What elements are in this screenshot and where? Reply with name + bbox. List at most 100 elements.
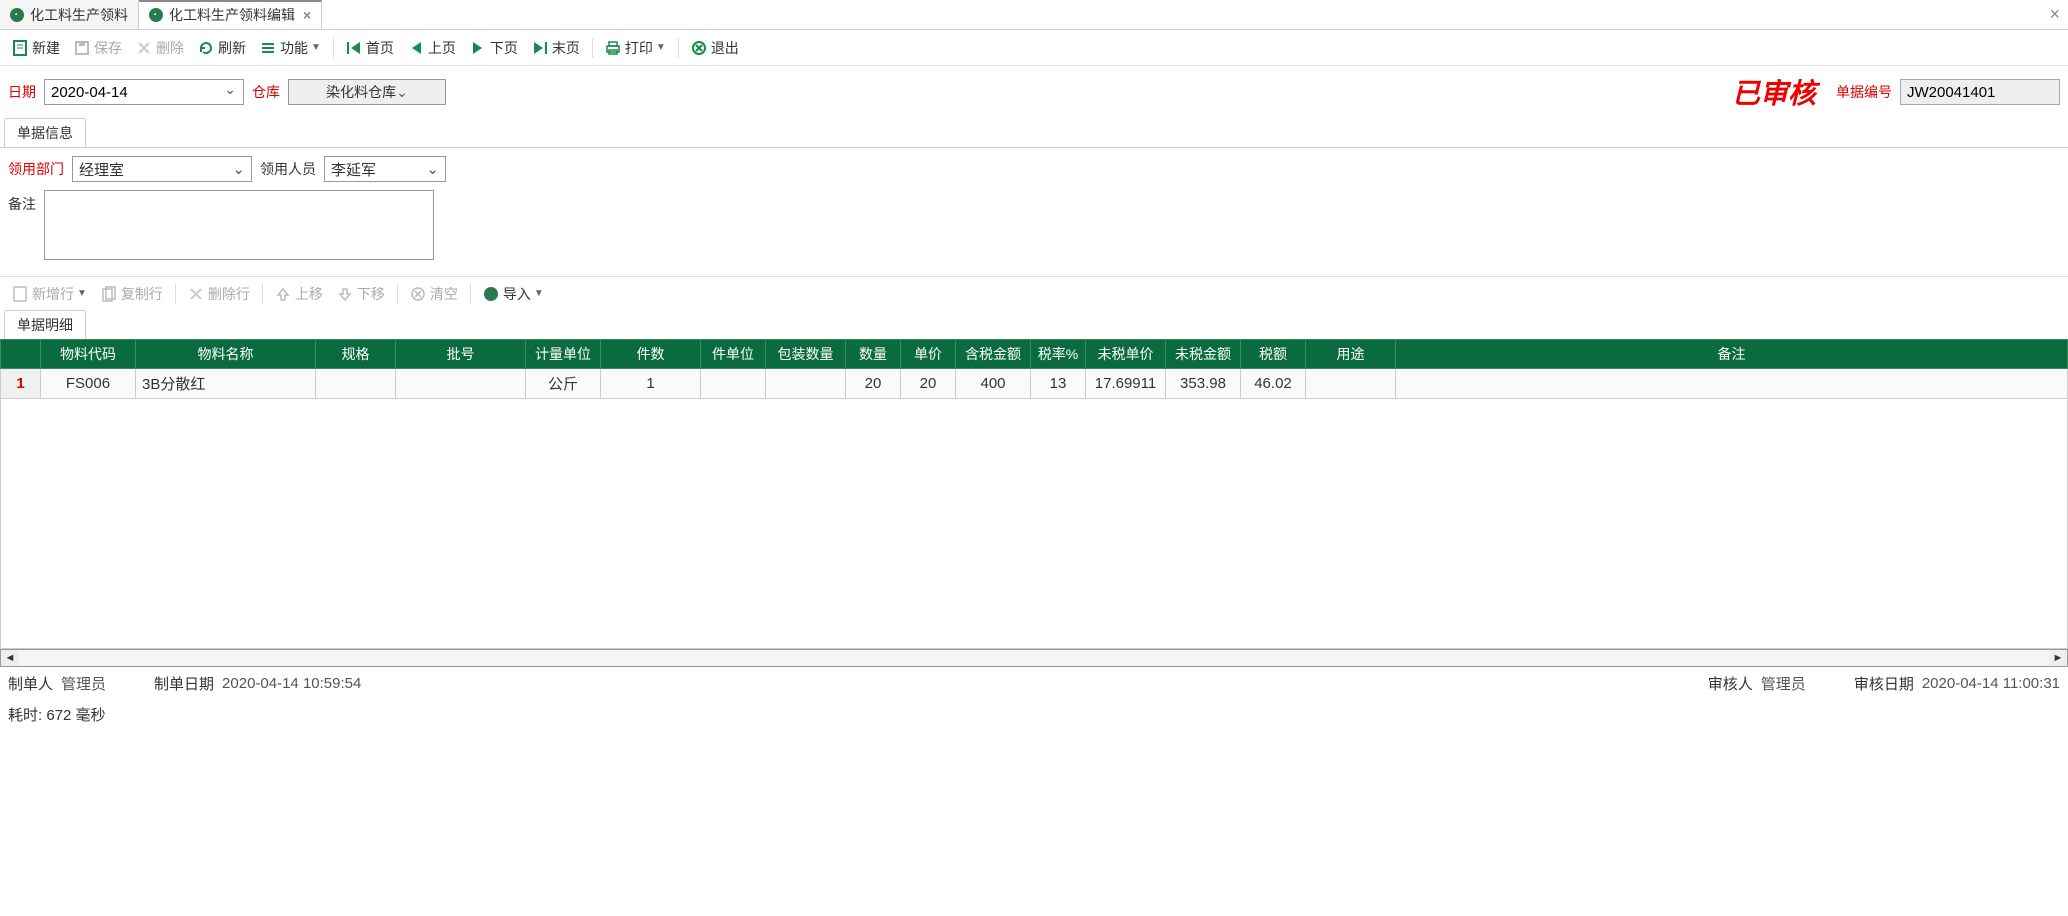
copy-row-button[interactable]: 复制行 (95, 281, 169, 307)
warehouse-select[interactable]: 染化料仓库 (288, 79, 446, 105)
col-material-code[interactable]: 物料代码 (41, 340, 136, 369)
detail-toolbar: 新增行 ▼ 复制行 删除行 上移 下移 清空 导入 ▼ (0, 276, 2068, 310)
cell-qty[interactable]: 20 (846, 369, 901, 399)
person-label: 领用人员 (260, 159, 316, 179)
print-button[interactable]: 打印 ▼ (599, 35, 672, 61)
exit-icon (691, 40, 707, 56)
dept-select[interactable]: 经理室 (72, 156, 252, 182)
clear-button[interactable]: 清空 (404, 281, 464, 307)
table-row[interactable]: 1 FS006 3B分散红 公斤 1 20 20 400 13 17.69911… (1, 369, 2068, 399)
col-unit[interactable]: 计量单位 (526, 340, 601, 369)
date-label: 日期 (8, 82, 36, 102)
cell-unit[interactable]: 公斤 (526, 369, 601, 399)
col-spec[interactable]: 规格 (316, 340, 396, 369)
cell-price[interactable]: 20 (901, 369, 956, 399)
audit-stamp: 已审核 (1732, 72, 1816, 112)
cell-amount-excl[interactable]: 353.98 (1166, 369, 1241, 399)
col-tax[interactable]: 税额 (1241, 340, 1306, 369)
date-input[interactable] (44, 79, 244, 105)
footer-bar: 制单人 管理员 制单日期 2020-04-14 10:59:54 审核人 管理员… (0, 667, 2068, 700)
cell-pieces[interactable]: 1 (601, 369, 701, 399)
col-material-name[interactable]: 物料名称 (136, 340, 316, 369)
cell-tax-rate[interactable]: 13 (1031, 369, 1086, 399)
person-select[interactable]: 李延军 (324, 156, 446, 182)
cell-material-name[interactable]: 3B分散红 (136, 369, 316, 399)
remark-textarea[interactable] (44, 190, 434, 260)
save-button[interactable]: 保存 (68, 35, 128, 61)
refresh-icon (198, 40, 214, 56)
col-qty[interactable]: 数量 (846, 340, 901, 369)
col-usage[interactable]: 用途 (1306, 340, 1396, 369)
row-number: 1 (1, 369, 41, 399)
col-pieces[interactable]: 件数 (601, 340, 701, 369)
col-amount-excl[interactable]: 未税金额 (1166, 340, 1241, 369)
tab-document-detail[interactable]: 单据明细 (4, 310, 86, 339)
tab-label: 化工料生产领料编辑 (169, 5, 295, 25)
cell-spec[interactable] (316, 369, 396, 399)
first-page-button[interactable]: 首页 (340, 35, 400, 61)
chevron-down-icon: ▼ (656, 42, 666, 53)
cell-amount-incl[interactable]: 400 (956, 369, 1031, 399)
close-icon[interactable]: × (303, 7, 311, 23)
delete-icon (136, 40, 152, 56)
scroll-right-icon[interactable]: ► (2049, 650, 2067, 666)
tab-label: 化工料生产领料 (30, 5, 128, 25)
cell-remark[interactable] (1396, 369, 2068, 399)
new-button[interactable]: 新建 (6, 35, 66, 61)
delete-row-button[interactable]: 删除行 (182, 281, 256, 307)
close-all-icon[interactable]: × (2049, 4, 2060, 25)
tab-list[interactable]: 化工料生产领料 (0, 0, 139, 29)
cell-material-code[interactable]: FS006 (41, 369, 136, 399)
save-icon (74, 40, 90, 56)
last-icon (532, 40, 548, 56)
delete-button[interactable]: 删除 (130, 35, 190, 61)
cell-tax[interactable]: 46.02 (1241, 369, 1306, 399)
maker-value: 管理员 (61, 673, 106, 694)
col-batch[interactable]: 批号 (396, 340, 526, 369)
next-page-button[interactable]: 下页 (464, 35, 524, 61)
col-tax-rate[interactable]: 税率% (1031, 340, 1086, 369)
main-toolbar: 新建 保存 删除 刷新 功能 ▼ 首页 上页 下页 末页 打印 ▼ (0, 30, 2068, 66)
col-remark[interactable]: 备注 (1396, 340, 2068, 369)
prev-icon (408, 40, 424, 56)
docno-input[interactable] (1900, 79, 2060, 105)
col-amount-incl[interactable]: 含税金额 (956, 340, 1031, 369)
import-button[interactable]: 导入 ▼ (477, 281, 550, 307)
tab-document-info[interactable]: 单据信息 (4, 118, 86, 147)
functions-button[interactable]: 功能 ▼ (254, 35, 327, 61)
add-row-button[interactable]: 新增行 ▼ (6, 281, 93, 307)
scroll-track[interactable] (19, 650, 2049, 666)
elapsed-time: 耗时: 672 毫秒 (0, 700, 2068, 729)
separator (333, 38, 334, 58)
exit-button[interactable]: 退出 (685, 35, 745, 61)
delete-icon (188, 286, 204, 302)
separator (592, 38, 593, 58)
move-up-button[interactable]: 上移 (269, 281, 329, 307)
last-page-button[interactable]: 末页 (526, 35, 586, 61)
col-pack-qty[interactable]: 包装数量 (766, 340, 846, 369)
horizontal-scrollbar[interactable]: ◄ ► (0, 649, 2068, 667)
header-form: 日期 仓库 染化料仓库 已审核 单据编号 (0, 66, 2068, 118)
detail-table[interactable]: 物料代码 物料名称 规格 批号 计量单位 件数 件单位 包装数量 数量 单价 含… (0, 339, 2068, 399)
cell-batch[interactable] (396, 369, 526, 399)
tab-edit[interactable]: 化工料生产领料编辑 × (139, 0, 322, 29)
col-price-excl[interactable]: 未税单价 (1086, 340, 1166, 369)
refresh-button[interactable]: 刷新 (192, 35, 252, 61)
grid-empty-space (0, 399, 2068, 649)
cell-pack-qty[interactable] (766, 369, 846, 399)
col-piece-unit[interactable]: 件单位 (701, 340, 766, 369)
cell-usage[interactable] (1306, 369, 1396, 399)
separator (470, 284, 471, 304)
scroll-left-icon[interactable]: ◄ (1, 650, 19, 666)
col-price[interactable]: 单价 (901, 340, 956, 369)
separator (175, 284, 176, 304)
prev-page-button[interactable]: 上页 (402, 35, 462, 61)
next-icon (470, 40, 486, 56)
first-icon (346, 40, 362, 56)
separator (262, 284, 263, 304)
cell-price-excl[interactable]: 17.69911 (1086, 369, 1166, 399)
copy-icon (101, 286, 117, 302)
move-down-button[interactable]: 下移 (331, 281, 391, 307)
section-tabs-info: 单据信息 (0, 118, 2068, 147)
cell-piece-unit[interactable] (701, 369, 766, 399)
